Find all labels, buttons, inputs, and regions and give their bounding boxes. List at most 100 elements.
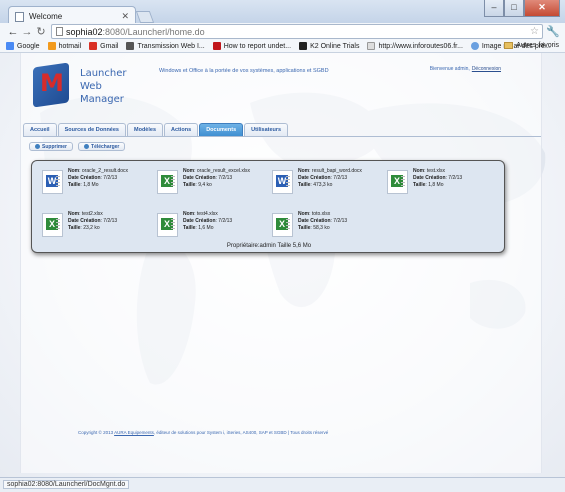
file-date: 7/2/13 xyxy=(103,218,118,224)
file-lines-icon xyxy=(171,219,175,231)
forward-arrow-icon[interactable]: → xyxy=(20,26,34,38)
file-name: result_bapi_word.docx xyxy=(311,168,362,174)
file-name-row: Nom: oracle_result_excel.xlsx xyxy=(183,168,250,174)
bookmark-star-icon[interactable]: ☆ xyxy=(530,26,539,37)
file-date-row: Date Création: 7/2/13 xyxy=(68,175,118,181)
k2-icon xyxy=(299,42,308,50)
bookmark-k2[interactable]: K2 Online Trials xyxy=(299,42,359,50)
new-tab-button[interactable] xyxy=(135,11,155,23)
minus-circle-icon xyxy=(35,144,40,149)
file-info: Nom: result_bapi_word.docx Date Création:… xyxy=(298,168,362,211)
download-button[interactable]: Télécharger xyxy=(78,142,126,151)
wrench-icon[interactable]: 🔧 xyxy=(546,25,560,38)
main-tabs: Accueil Sources de Données Modèles Actio… xyxy=(23,123,289,136)
bookmarks-bar: Google hotmail Gmail Transmission Web I.… xyxy=(0,40,565,53)
window-controls: – □ ✕ xyxy=(484,0,560,17)
transmission-icon xyxy=(126,42,135,50)
app-name: Launcher Web Manager xyxy=(80,68,127,105)
file-size-row: Taille: 1,8 Mo xyxy=(413,182,444,188)
tab-accueil[interactable]: Accueil xyxy=(23,123,57,136)
bookmark-inforoutes[interactable]: http://www.inforoutes06.fr... xyxy=(367,42,463,50)
word-file-icon: W xyxy=(272,170,293,194)
file-name: test.xlsx xyxy=(426,168,445,174)
file-size: 1,8 Mo xyxy=(83,182,99,188)
file-name-row: Nom: test.xlsx xyxy=(413,168,445,174)
file-date-row: Date Création: 7/2/13 xyxy=(183,175,233,181)
file-item[interactable]: X Nom: oracle_result_excel.xlsx Date Créat… xyxy=(157,168,272,211)
file-item[interactable]: X Nom: test.xlsx Date Création: 7/2/13 Tail… xyxy=(387,168,502,211)
download-icon xyxy=(84,144,90,149)
file-name: oracle_2_result.docx xyxy=(81,168,129,174)
logout-link[interactable]: Déconnexion xyxy=(472,66,501,72)
url-path: :8080/Launcherl/home.do xyxy=(102,26,205,37)
file-date-row: Date Création: 7/2/13 xyxy=(298,175,348,181)
file-size-row: Taille: 58,3 ko xyxy=(298,225,330,231)
file-date: 7/2/13 xyxy=(333,218,348,224)
excel-file-icon: X xyxy=(157,170,178,194)
file-info: Nom: oracle_2_result.docx Date Création: … xyxy=(68,168,128,211)
file-size-row: Taille: 1,8 Mo xyxy=(68,182,99,188)
tagline: Windows et Office à la portée de vos sys… xyxy=(159,68,329,74)
file-size: 58,3 ko xyxy=(313,225,330,231)
file-name: test2.xlsx xyxy=(81,211,103,217)
bookmark-transmission[interactable]: Transmission Web I... xyxy=(126,42,205,50)
excel-file-icon: X xyxy=(387,170,408,194)
minimize-icon[interactable]: – xyxy=(484,0,504,17)
file-name-row: Nom: test2.xlsx xyxy=(68,211,103,217)
page-icon xyxy=(56,27,63,36)
file-lines-icon xyxy=(56,176,60,188)
browser-statusbar: sophia02:8080/Launcherl/DocMgnt.do xyxy=(0,477,565,492)
file-name-row: Nom: toto.xlsx xyxy=(298,211,331,217)
file-date-row: Date Création: 7/2/13 xyxy=(183,218,233,224)
close-window-icon[interactable]: ✕ xyxy=(524,0,560,17)
file-date: 7/2/13 xyxy=(448,175,463,181)
file-name-row: Nom: result_bapi_word.docx xyxy=(298,168,362,174)
excel-file-icon: X xyxy=(272,213,293,237)
address-bar[interactable]: sophia02 :8080/Launcherl/home.do ☆ xyxy=(51,24,543,39)
page-container: M Launcher Web Manager Windows et Office… xyxy=(20,53,542,473)
logo-letter: M xyxy=(40,69,64,97)
file-date-row: Date Création: 7/2/13 xyxy=(68,218,118,224)
tab-utilisateurs[interactable]: Utilisateurs xyxy=(244,123,289,136)
page-viewport: M Launcher Web Manager Windows et Office… xyxy=(0,53,565,477)
company-link[interactable]: AURA Equipements xyxy=(114,430,154,435)
owner-summary: Propriétaire:admin Taille 5,6 Mo xyxy=(226,243,312,249)
file-item[interactable]: W Nom: result_bapi_word.docx Date Création… xyxy=(272,168,387,211)
document-actions: Supprimer Télécharger xyxy=(29,142,126,151)
delete-button[interactable]: Supprimer xyxy=(29,142,74,151)
reload-icon[interactable]: ↻ xyxy=(34,25,48,38)
browser-navbar: ← → ↻ sophia02 :8080/Launcherl/home.do ☆… xyxy=(0,23,565,40)
cloud-icon xyxy=(470,42,479,50)
file-info: Nom: test.xlsx Date Création: 7/2/13 Taill… xyxy=(413,168,462,211)
bookmark-gmail[interactable]: Gmail xyxy=(89,42,118,50)
tab-sources[interactable]: Sources de Données xyxy=(57,123,126,136)
file-item[interactable]: W Nom: oracle_2_result.docx Date Création:… xyxy=(42,168,157,211)
file-size-row: Taille: 9,4 ko xyxy=(183,182,212,188)
tab-actions[interactable]: Actions xyxy=(164,123,199,136)
url-host: sophia02 xyxy=(66,26,103,37)
welcome-user: Bienvenue admin, Déconnexion xyxy=(429,66,501,72)
file-size-row: Taille: 23,2 ko xyxy=(68,225,100,231)
documents-box: W Nom: oracle_2_result.docx Date Création:… xyxy=(31,160,505,253)
file-name: test4.xlsx xyxy=(196,211,218,217)
file-lines-icon xyxy=(286,176,290,188)
documents-panel: Supprimer Télécharger W Nom: oracle_2_res… xyxy=(23,136,541,256)
bookmark-hotmail[interactable]: hotmail xyxy=(47,42,81,50)
back-arrow-icon[interactable]: ← xyxy=(6,26,20,38)
file-size-row: Taille: 1,6 Mo xyxy=(183,225,214,231)
file-lines-icon xyxy=(286,219,290,231)
bookmark-google[interactable]: Google xyxy=(6,42,40,50)
excel-file-icon: X xyxy=(157,213,178,237)
bookmark-report[interactable]: How to report undet... xyxy=(212,42,291,50)
copyright-footer: Copyright © 2013 AURA Equipements, édite… xyxy=(78,430,329,435)
gmail-icon xyxy=(89,42,98,50)
file-date: 7/2/13 xyxy=(218,175,233,181)
file-size: 9,4 ko xyxy=(198,182,212,188)
maximize-icon[interactable]: □ xyxy=(504,0,524,17)
close-tab-icon[interactable]: ✕ xyxy=(121,11,129,22)
excel-file-icon: X xyxy=(42,213,63,237)
bookmark-folder[interactable]: Autres favoris xyxy=(504,42,559,49)
tab-documents[interactable]: Documents xyxy=(199,123,244,136)
page-icon xyxy=(367,42,376,50)
tab-modeles[interactable]: Modèles xyxy=(127,123,164,136)
